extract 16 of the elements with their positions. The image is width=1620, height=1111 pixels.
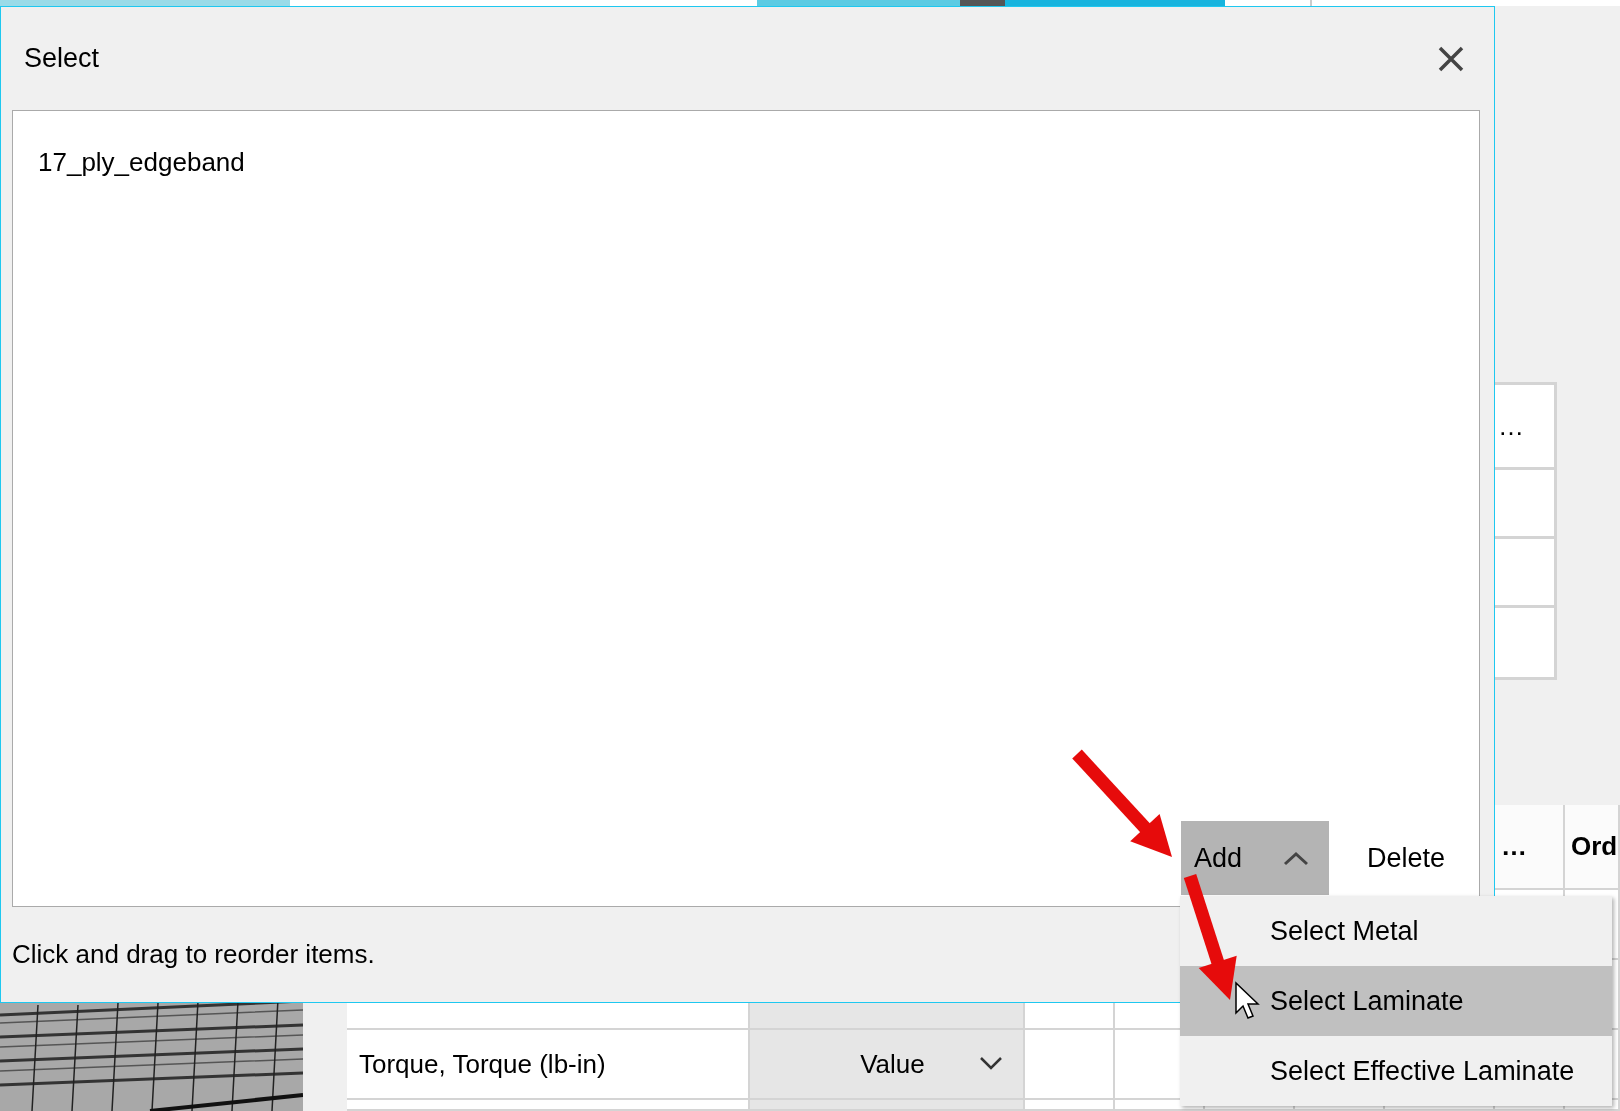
menu-item[interactable]: Select Effective Laminate	[1180, 1036, 1612, 1106]
list-box[interactable]: 17_ply_edgeband Add Delete	[12, 110, 1480, 907]
hint-text: Click and drag to reorder items.	[12, 938, 375, 971]
add-button[interactable]: Add	[1181, 821, 1329, 895]
chevron-down-icon	[979, 1056, 1003, 1070]
list-item[interactable]: 17_ply_edgeband	[38, 143, 245, 182]
delete-button[interactable]: Delete	[1341, 821, 1471, 895]
column-header: Ord	[1565, 805, 1620, 890]
chevron-up-icon	[1283, 850, 1309, 866]
cursor-icon	[1234, 981, 1260, 1021]
column-header: …	[1495, 805, 1565, 890]
menu-item[interactable]: Select Laminate	[1180, 966, 1612, 1036]
type-dropdown[interactable]: Value	[750, 1030, 1025, 1100]
column-header: …	[1498, 409, 1524, 443]
dialog-title: Select	[24, 42, 100, 76]
close-icon[interactable]	[1438, 45, 1464, 72]
